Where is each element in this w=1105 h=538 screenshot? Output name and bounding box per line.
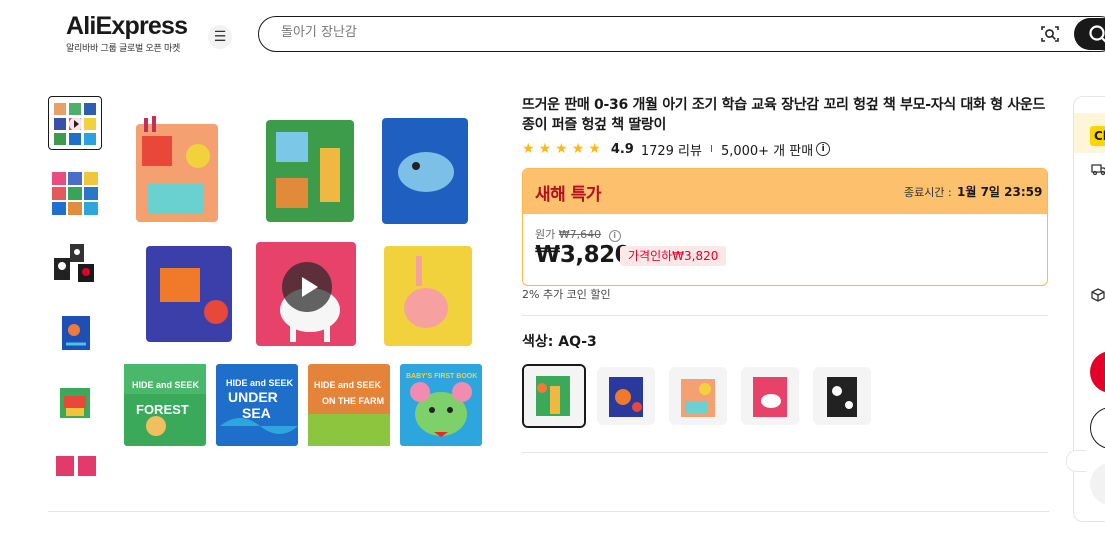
logo-subtitle: 알리바바 그룹 글로벌 오픈 마켓 (66, 44, 180, 54)
star-icon: ★ (588, 141, 601, 157)
review-count[interactable]: 1729 리뷰 (641, 140, 702, 159)
color-label: 색상: AQ-3 (522, 334, 597, 350)
promo-tag: Ch (1090, 126, 1105, 146)
divider (48, 511, 1049, 512)
thumbnail-image[interactable] (48, 446, 102, 480)
color-option-aq2[interactable] (669, 367, 727, 425)
thumbnail-image[interactable] (48, 166, 102, 220)
buy-now-button[interactable] (1090, 351, 1105, 393)
shipping-truck-icon (1091, 161, 1105, 180)
search-button[interactable] (1074, 18, 1105, 50)
info-icon[interactable]: i (608, 230, 621, 242)
thumbnail-image[interactable] (48, 236, 102, 290)
package-icon (1091, 287, 1105, 306)
color-option-aq4[interactable] (741, 367, 799, 425)
svg-text:HIDE and SEEK: HIDE and SEEK (132, 380, 200, 390)
play-video-icon[interactable] (282, 262, 332, 312)
wishlist-button[interactable] (1090, 463, 1105, 505)
aliexpress-logo[interactable]: AliExpress 알리바바 그룹 글로벌 오픈 마켓 (66, 12, 188, 54)
search-input[interactable] (281, 25, 981, 40)
product-title: 뜨거운 판매 0-36 개월 아기 조기 학습 교육 장난감 꼬리 헝겊 책 부… (522, 97, 1046, 133)
divider (522, 315, 1048, 316)
separator: I (709, 143, 713, 155)
rating-score: 4.9 (610, 141, 634, 157)
thumbnail-image[interactable] (48, 376, 102, 430)
sold-count: 5,000+ 개 판매 (720, 143, 814, 159)
svg-text:HIDE and SEEK: HIDE and SEEK (314, 380, 382, 390)
logo-text: AliExpress (66, 12, 188, 40)
thumbnail-image[interactable] (48, 306, 102, 360)
svg-text:ON THE FARM: ON THE FARM (322, 396, 384, 406)
color-option-aq1[interactable] (597, 367, 655, 425)
image-search-icon[interactable] (1040, 24, 1060, 44)
svg-text:SEA: SEA (242, 405, 271, 421)
original-label: 원가 (535, 228, 556, 241)
divider (522, 452, 1048, 453)
add-to-cart-button[interactable] (1090, 407, 1105, 449)
color-option-aq5[interactable] (813, 367, 871, 425)
search-bar (258, 16, 1105, 52)
original-price-row: 원가 ₩7,640 i (535, 226, 621, 242)
discount-badge: 가격인하₩3,820 (620, 246, 727, 266)
thumbnail-video[interactable] (48, 96, 102, 150)
svg-text:FOREST: FOREST (136, 402, 189, 417)
svg-text:BABY'S FIRST BOOK: BABY'S FIRST BOOK (406, 373, 477, 380)
color-option-aq3[interactable] (522, 364, 586, 428)
deal-name: 새해 특가 (535, 185, 601, 205)
scroll-arrow[interactable] (1066, 450, 1086, 472)
original-price: ₩7,640 (558, 228, 602, 241)
deal-box: 새해 특가 종료시간 : 1월 7일 23:59 원가 ₩7,640 i ₩3,… (522, 168, 1048, 286)
star-icon: ★ (571, 141, 585, 157)
deal-end-time: 1월 7일 23:59 (957, 185, 1043, 199)
info-icon[interactable]: i (816, 142, 831, 156)
current-price: ₩3,820 (535, 242, 631, 268)
rating-row[interactable]: ★ ★ ★ ★ ★ 4.9 1729 리뷰 I 5,000+ 개 판매 i (522, 140, 831, 159)
deal-end-label: 종료시간 : (904, 186, 952, 199)
thumbnail-list (48, 96, 102, 480)
star-icon: ★ (522, 141, 535, 157)
svg-text:HIDE and SEEK: HIDE and SEEK (226, 378, 294, 388)
svg-text:UNDER: UNDER (228, 389, 278, 405)
color-swatches (522, 364, 885, 428)
search-icon (1089, 25, 1105, 43)
star-icon: ★ (555, 141, 568, 157)
coin-discount: 2% 추가 코인 할인 (522, 288, 611, 301)
hamburger-menu-icon[interactable]: ☰ (208, 25, 232, 49)
star-icon: ★ (538, 141, 552, 157)
deal-header: 새해 특가 종료시간 : 1월 7일 23:59 (523, 169, 1047, 214)
